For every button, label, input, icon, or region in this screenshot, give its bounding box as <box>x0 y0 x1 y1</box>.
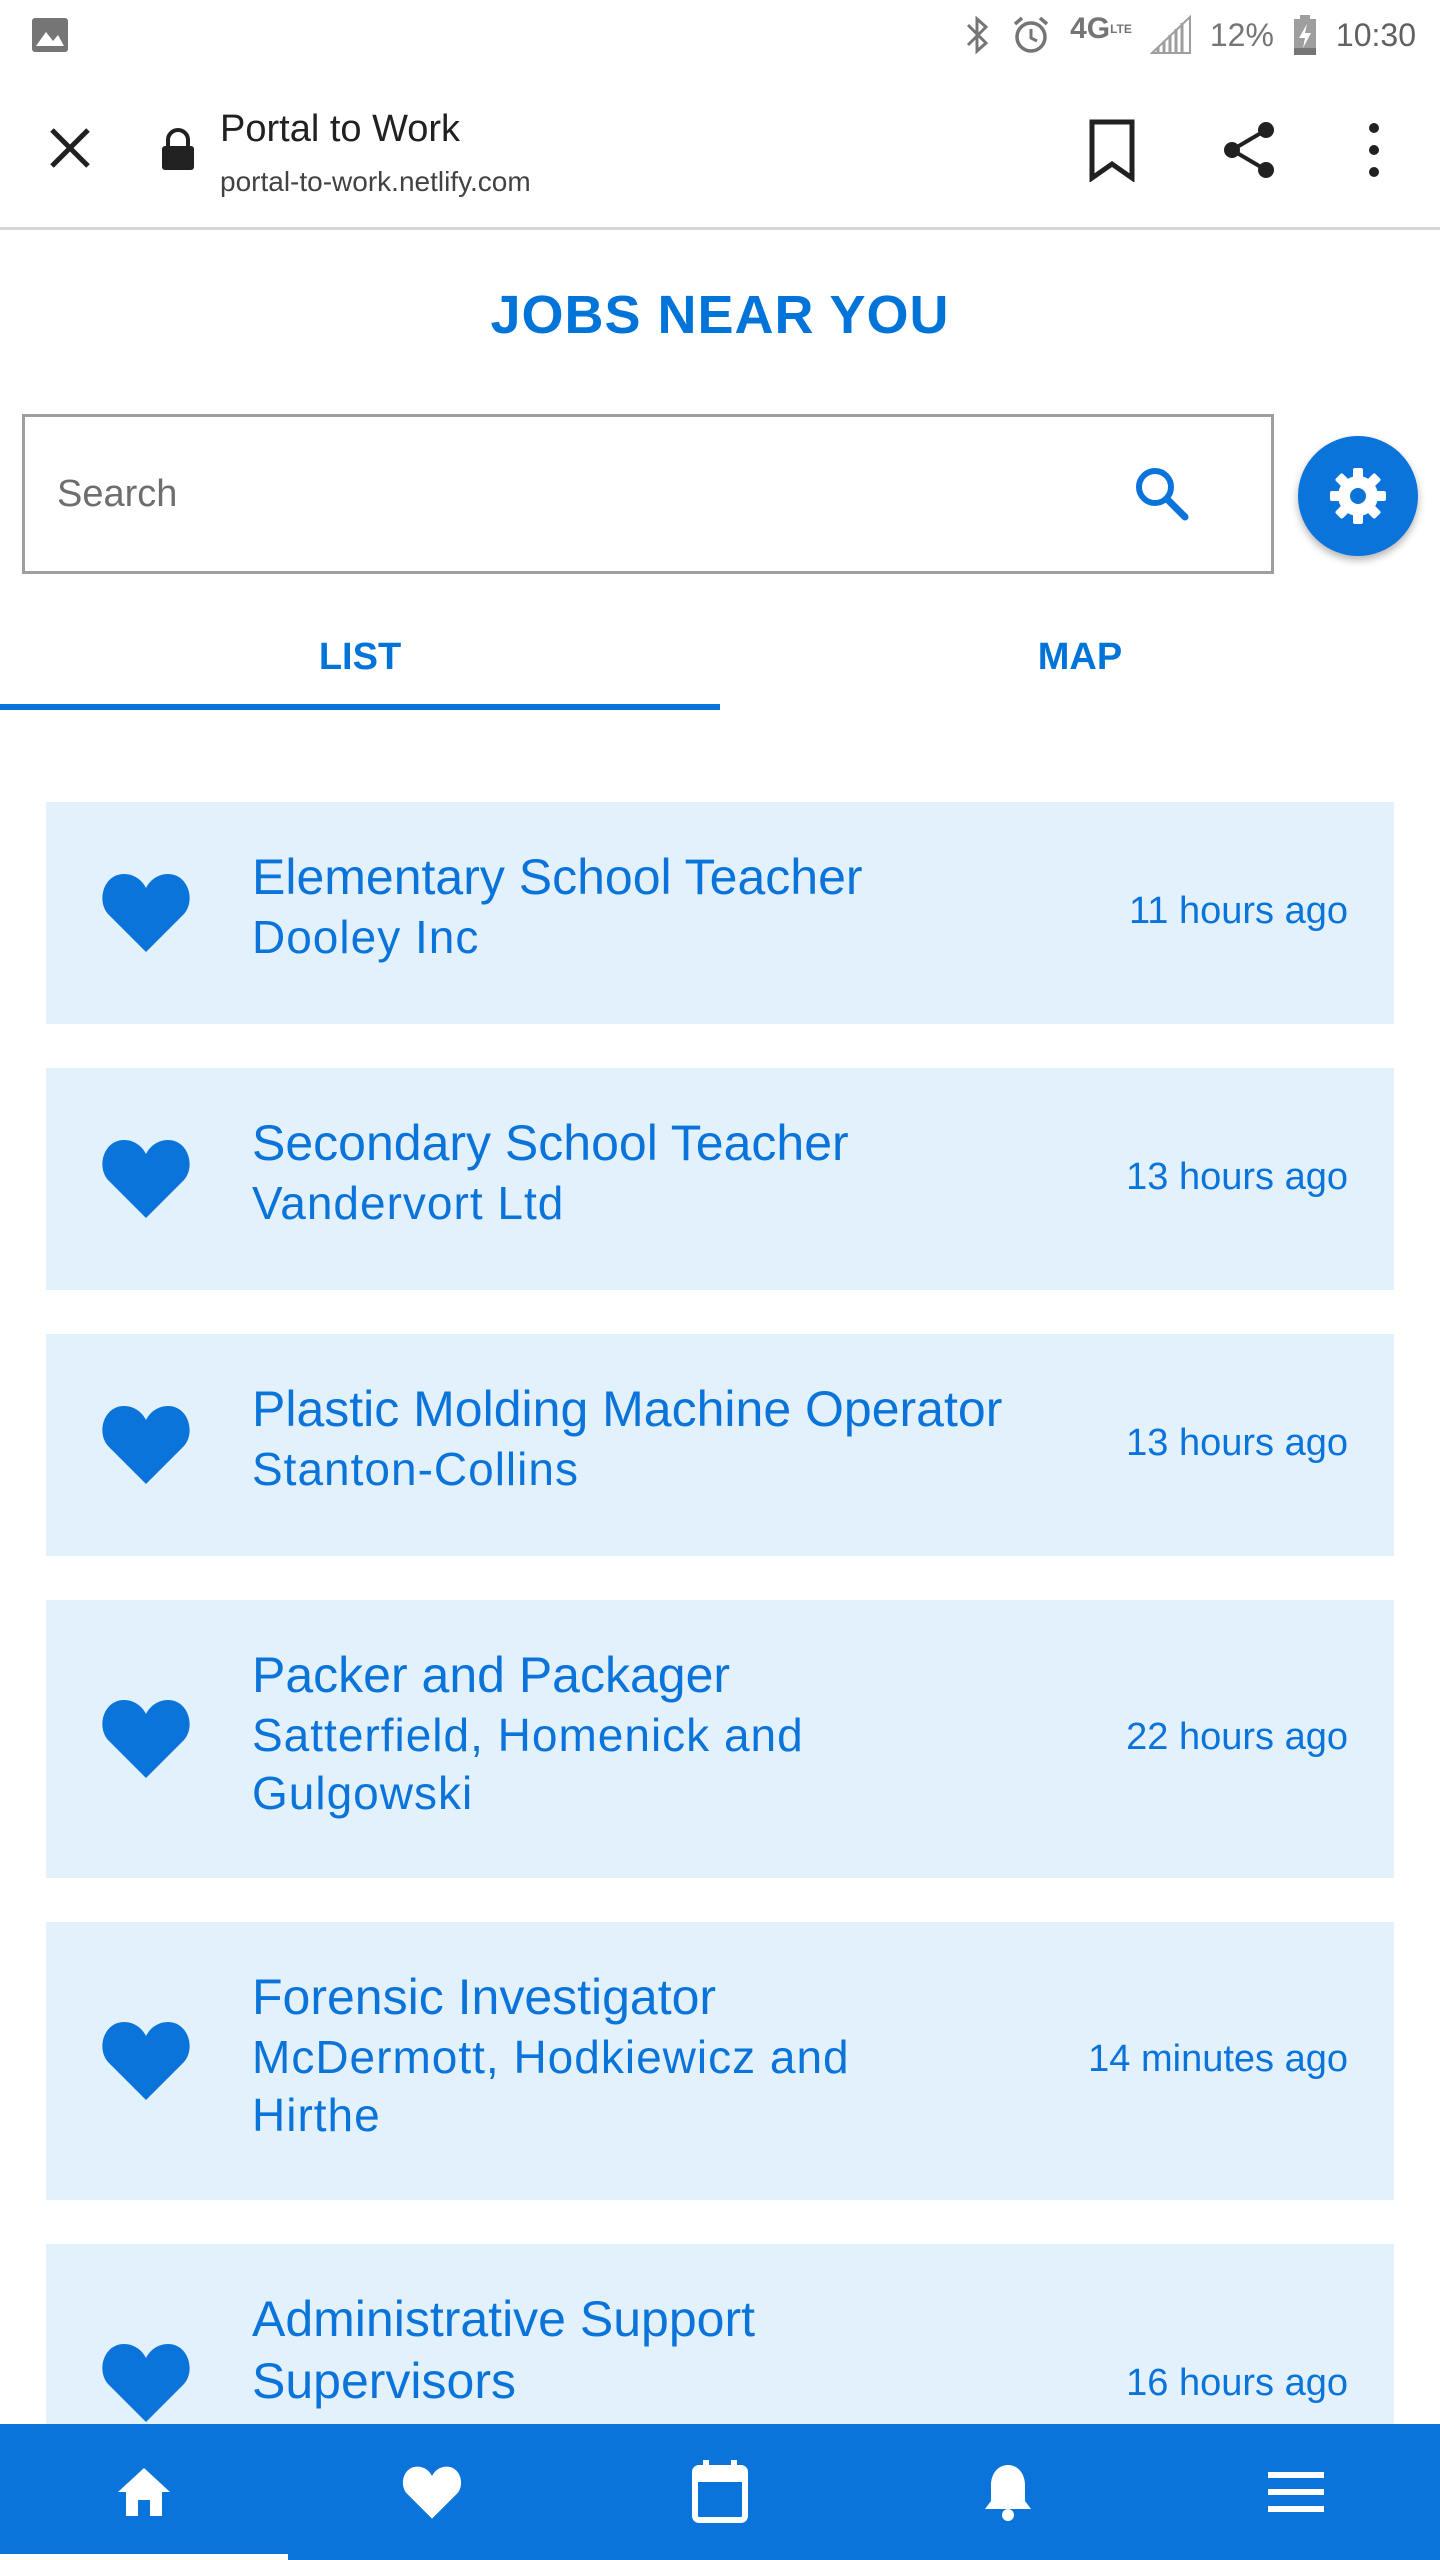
job-company: Vandervort Ltd <box>252 1177 565 1229</box>
tab-map[interactable]: MAP <box>720 600 1440 714</box>
lock-icon[interactable] <box>158 128 198 172</box>
job-posted-time: 14 minutes ago <box>1088 2038 1348 2080</box>
menu-icon <box>1268 2472 1324 2512</box>
bell-icon <box>985 2465 1031 2521</box>
bookmark-icon[interactable] <box>1086 118 1138 182</box>
heart-icon[interactable] <box>100 870 192 954</box>
heart-icon[interactable] <box>100 2340 192 2424</box>
nav-active-indicator <box>0 2554 288 2560</box>
job-title: Secondary School Teacher <box>252 1115 849 1171</box>
job-card[interactable]: Administrative Support Supervisors 16 ho… <box>46 2244 1394 2424</box>
job-posted-time: 13 hours ago <box>1126 1156 1348 1198</box>
heart-icon[interactable] <box>100 2018 192 2102</box>
tab-list[interactable]: LIST <box>0 600 720 714</box>
battery-charging-icon <box>1292 14 1318 56</box>
job-company: Stanton-Collins <box>252 1443 579 1495</box>
job-posted-time: 16 hours ago <box>1126 2362 1348 2404</box>
alarm-icon <box>1010 14 1052 56</box>
browser-toolbar: Portal to Work portal-to-work.netlify.co… <box>0 70 1440 230</box>
search-icon[interactable] <box>1129 461 1193 525</box>
close-icon[interactable] <box>42 120 98 176</box>
job-title: Elementary School Teacher <box>252 849 863 905</box>
search-box <box>22 414 1274 574</box>
nav-calendar[interactable] <box>576 2424 864 2560</box>
job-company: Dooley Inc <box>252 911 480 963</box>
nav-menu[interactable] <box>1152 2424 1440 2560</box>
bluetooth-icon <box>962 15 992 55</box>
job-card[interactable]: Plastic Molding Machine Operator Stanton… <box>46 1334 1394 1556</box>
active-tab-indicator <box>0 704 720 710</box>
share-icon[interactable] <box>1220 118 1280 182</box>
job-posted-time: 22 hours ago <box>1126 1716 1348 1758</box>
status-bar: 4G LTE 12% 10:30 <box>0 0 1440 70</box>
job-title: Packer and Packager <box>252 1647 731 1703</box>
signal-icon <box>1149 15 1192 55</box>
view-tabs: LIST MAP <box>0 600 1440 714</box>
bottom-nav <box>0 2424 1440 2560</box>
heart-icon[interactable] <box>100 1136 192 1220</box>
heart-icon[interactable] <box>100 1696 192 1780</box>
job-posted-time: 11 hours ago <box>1128 890 1348 932</box>
page-title: JOBS NEAR YOU <box>490 285 950 345</box>
nav-notifications[interactable] <box>864 2424 1152 2560</box>
heart-icon[interactable] <box>100 1402 192 1486</box>
clock: 10:30 <box>1335 16 1416 53</box>
home-icon <box>118 2468 170 2516</box>
settings-button[interactable] <box>1298 436 1418 556</box>
job-title: Plastic Molding Machine Operator <box>252 1381 1003 1437</box>
nav-home[interactable] <box>0 2424 288 2560</box>
job-card[interactable]: Forensic Investigator McDermott, Hodkiew… <box>46 1922 1394 2200</box>
search-input[interactable] <box>57 417 1107 571</box>
job-title: Forensic Investigator <box>252 1969 717 2025</box>
battery-percent: 12% <box>1209 16 1274 53</box>
more-options-icon[interactable] <box>1358 120 1390 180</box>
job-title: Administrative Support Supervisors <box>252 2291 756 2409</box>
calendar-icon <box>692 2460 748 2523</box>
job-posted-time: 13 hours ago <box>1126 1422 1348 1464</box>
gallery-notification-icon <box>32 18 68 52</box>
job-card[interactable]: Packer and Packager Satterfield, Homenic… <box>46 1600 1394 1878</box>
heart-icon <box>402 2466 462 2519</box>
browser-page-title: Portal to Work <box>220 108 461 150</box>
gear-icon <box>1330 468 1386 524</box>
job-card[interactable]: Elementary School Teacher Dooley Inc 11 … <box>46 802 1394 1024</box>
job-list: Elementary School Teacher Dooley Inc 11 … <box>46 802 1394 2424</box>
browser-url[interactable]: portal-to-work.netlify.com <box>220 166 531 198</box>
nav-favorites[interactable] <box>288 2424 576 2560</box>
job-card[interactable]: Secondary School Teacher Vandervort Ltd … <box>46 1068 1394 1290</box>
network-type-label: 4G LTE <box>1070 12 1132 45</box>
job-company: Satterfield, Homenick and Gulgowski <box>252 1709 804 1819</box>
job-company: McDermott, Hodkiewicz and Hirthe <box>252 2031 850 2141</box>
